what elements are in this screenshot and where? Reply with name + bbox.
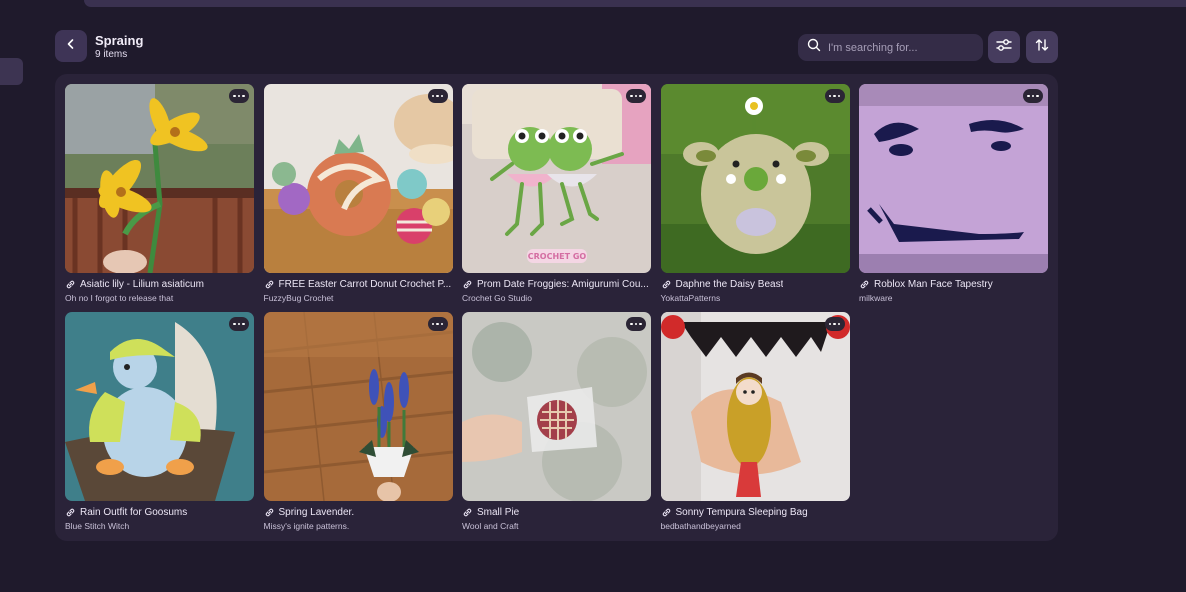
link-icon bbox=[662, 280, 670, 289]
collection-header: Spraing 9 items bbox=[55, 30, 1058, 64]
pattern-grid: Asiatic lily - Lilium asiaticum Oh no I … bbox=[65, 84, 1048, 540]
link-icon bbox=[66, 508, 75, 517]
sort-button[interactable] bbox=[1026, 31, 1058, 63]
pattern-author[interactable]: Crochet Go Studio bbox=[462, 293, 651, 303]
pattern-card[interactable]: CROCHET GO Prom Date Froggies: Amigurumi… bbox=[462, 84, 651, 312]
link-icon bbox=[662, 508, 670, 517]
pattern-thumbnail bbox=[462, 312, 651, 501]
pattern-title-row[interactable]: Asiatic lily - Lilium asiaticum bbox=[65, 279, 254, 290]
more-options-button[interactable] bbox=[427, 317, 448, 331]
link-icon bbox=[860, 280, 869, 289]
pattern-thumbnail bbox=[65, 312, 254, 501]
sliders-icon bbox=[995, 37, 1013, 58]
pattern-title-row[interactable]: Sonny Tempura Sleeping Bag bbox=[661, 507, 850, 518]
chevron-left-icon bbox=[65, 37, 77, 55]
pattern-title: Sonny Tempura Sleeping Bag bbox=[675, 507, 808, 518]
pattern-thumbnail bbox=[660, 312, 850, 501]
link-icon bbox=[463, 280, 472, 289]
svg-text:CROCHET GO: CROCHET GO bbox=[528, 252, 587, 261]
search-box[interactable] bbox=[798, 34, 983, 61]
pattern-grid-panel: Asiatic lily - Lilium asiaticum Oh no I … bbox=[55, 74, 1058, 541]
pattern-card[interactable]: Spring Lavender. Missy's ignite patterns… bbox=[263, 312, 453, 540]
link-icon bbox=[66, 280, 75, 289]
filter-button[interactable] bbox=[988, 31, 1020, 63]
search-icon bbox=[807, 38, 821, 57]
pattern-author[interactable]: Blue Stitch Witch bbox=[65, 521, 254, 531]
pattern-title: Roblox Man Face Tapestry bbox=[874, 279, 993, 290]
pattern-card[interactable]: Sonny Tempura Sleeping Bag bedbathandbey… bbox=[660, 312, 850, 540]
pattern-title: Prom Date Froggies: Amigurumi Cou... bbox=[477, 279, 649, 290]
sort-icon bbox=[1034, 37, 1050, 58]
pattern-card[interactable]: Rain Outfit for Goosums Blue Stitch Witc… bbox=[65, 312, 254, 540]
pattern-title-row[interactable]: Spring Lavender. bbox=[264, 507, 453, 518]
more-options-button[interactable] bbox=[229, 89, 249, 103]
pattern-thumbnail bbox=[660, 84, 850, 273]
pattern-card[interactable]: Asiatic lily - Lilium asiaticum Oh no I … bbox=[65, 84, 254, 312]
pattern-author[interactable]: Oh no I forgot to release that bbox=[65, 293, 254, 303]
pattern-author[interactable]: Missy's ignite patterns. bbox=[264, 521, 453, 531]
page-title: Spraing bbox=[95, 33, 144, 48]
pattern-card[interactable]: Small Pie Wool and Craft bbox=[462, 312, 651, 540]
more-options-button[interactable] bbox=[1023, 89, 1043, 103]
pattern-title-row[interactable]: Rain Outfit for Goosums bbox=[65, 507, 254, 518]
pattern-title: Asiatic lily - Lilium asiaticum bbox=[80, 279, 204, 290]
pattern-thumbnail bbox=[65, 84, 254, 273]
pattern-card[interactable]: Roblox Man Face Tapestry milkware bbox=[859, 84, 1048, 312]
pattern-thumbnail: CROCHET GO bbox=[462, 84, 651, 273]
search-input[interactable] bbox=[828, 41, 978, 54]
pattern-card[interactable]: FREE Easter Carrot Donut Crochet P... Fu… bbox=[263, 84, 453, 312]
pattern-author[interactable]: Wool and Craft bbox=[462, 521, 651, 531]
pattern-title: Spring Lavender. bbox=[278, 507, 355, 518]
more-options-button[interactable] bbox=[824, 317, 845, 331]
pattern-card[interactable]: Daphne the Daisy Beast YokattaPatterns bbox=[660, 84, 850, 312]
pattern-author[interactable]: bedbathandbeyarned bbox=[661, 521, 850, 531]
more-options-button[interactable] bbox=[229, 317, 249, 331]
more-options-button[interactable] bbox=[824, 89, 845, 103]
more-options-button[interactable] bbox=[626, 89, 646, 103]
pattern-author[interactable]: YokattaPatterns bbox=[661, 293, 850, 303]
pattern-title: Daphne the Daisy Beast bbox=[675, 279, 784, 290]
more-options-button[interactable] bbox=[626, 317, 646, 331]
back-button[interactable] bbox=[55, 30, 87, 62]
pattern-title-row[interactable]: Daphne the Daisy Beast bbox=[661, 279, 850, 290]
pattern-thumbnail bbox=[859, 84, 1048, 273]
pattern-author[interactable]: FuzzyBug Crochet bbox=[264, 293, 453, 303]
pattern-title-row[interactable]: Small Pie bbox=[462, 507, 651, 518]
link-icon bbox=[265, 508, 273, 517]
pattern-author[interactable]: milkware bbox=[859, 293, 1048, 303]
pattern-thumbnail bbox=[263, 84, 453, 273]
sidebar-tab[interactable] bbox=[0, 58, 23, 85]
link-icon bbox=[463, 508, 472, 517]
pattern-title: Rain Outfit for Goosums bbox=[80, 507, 188, 518]
pattern-title: Small Pie bbox=[477, 507, 520, 518]
pattern-title-row[interactable]: Prom Date Froggies: Amigurumi Cou... bbox=[462, 279, 651, 290]
more-options-button[interactable] bbox=[427, 89, 448, 103]
pattern-title-row[interactable]: FREE Easter Carrot Donut Crochet P... bbox=[264, 279, 453, 290]
item-count: 9 items bbox=[95, 49, 128, 60]
top-bar bbox=[84, 0, 1186, 7]
pattern-title-row[interactable]: Roblox Man Face Tapestry bbox=[859, 279, 1048, 290]
link-icon bbox=[265, 280, 273, 289]
title-block: Spraing 9 items bbox=[95, 33, 143, 60]
pattern-thumbnail bbox=[263, 312, 453, 501]
pattern-title: FREE Easter Carrot Donut Crochet P... bbox=[278, 279, 452, 290]
